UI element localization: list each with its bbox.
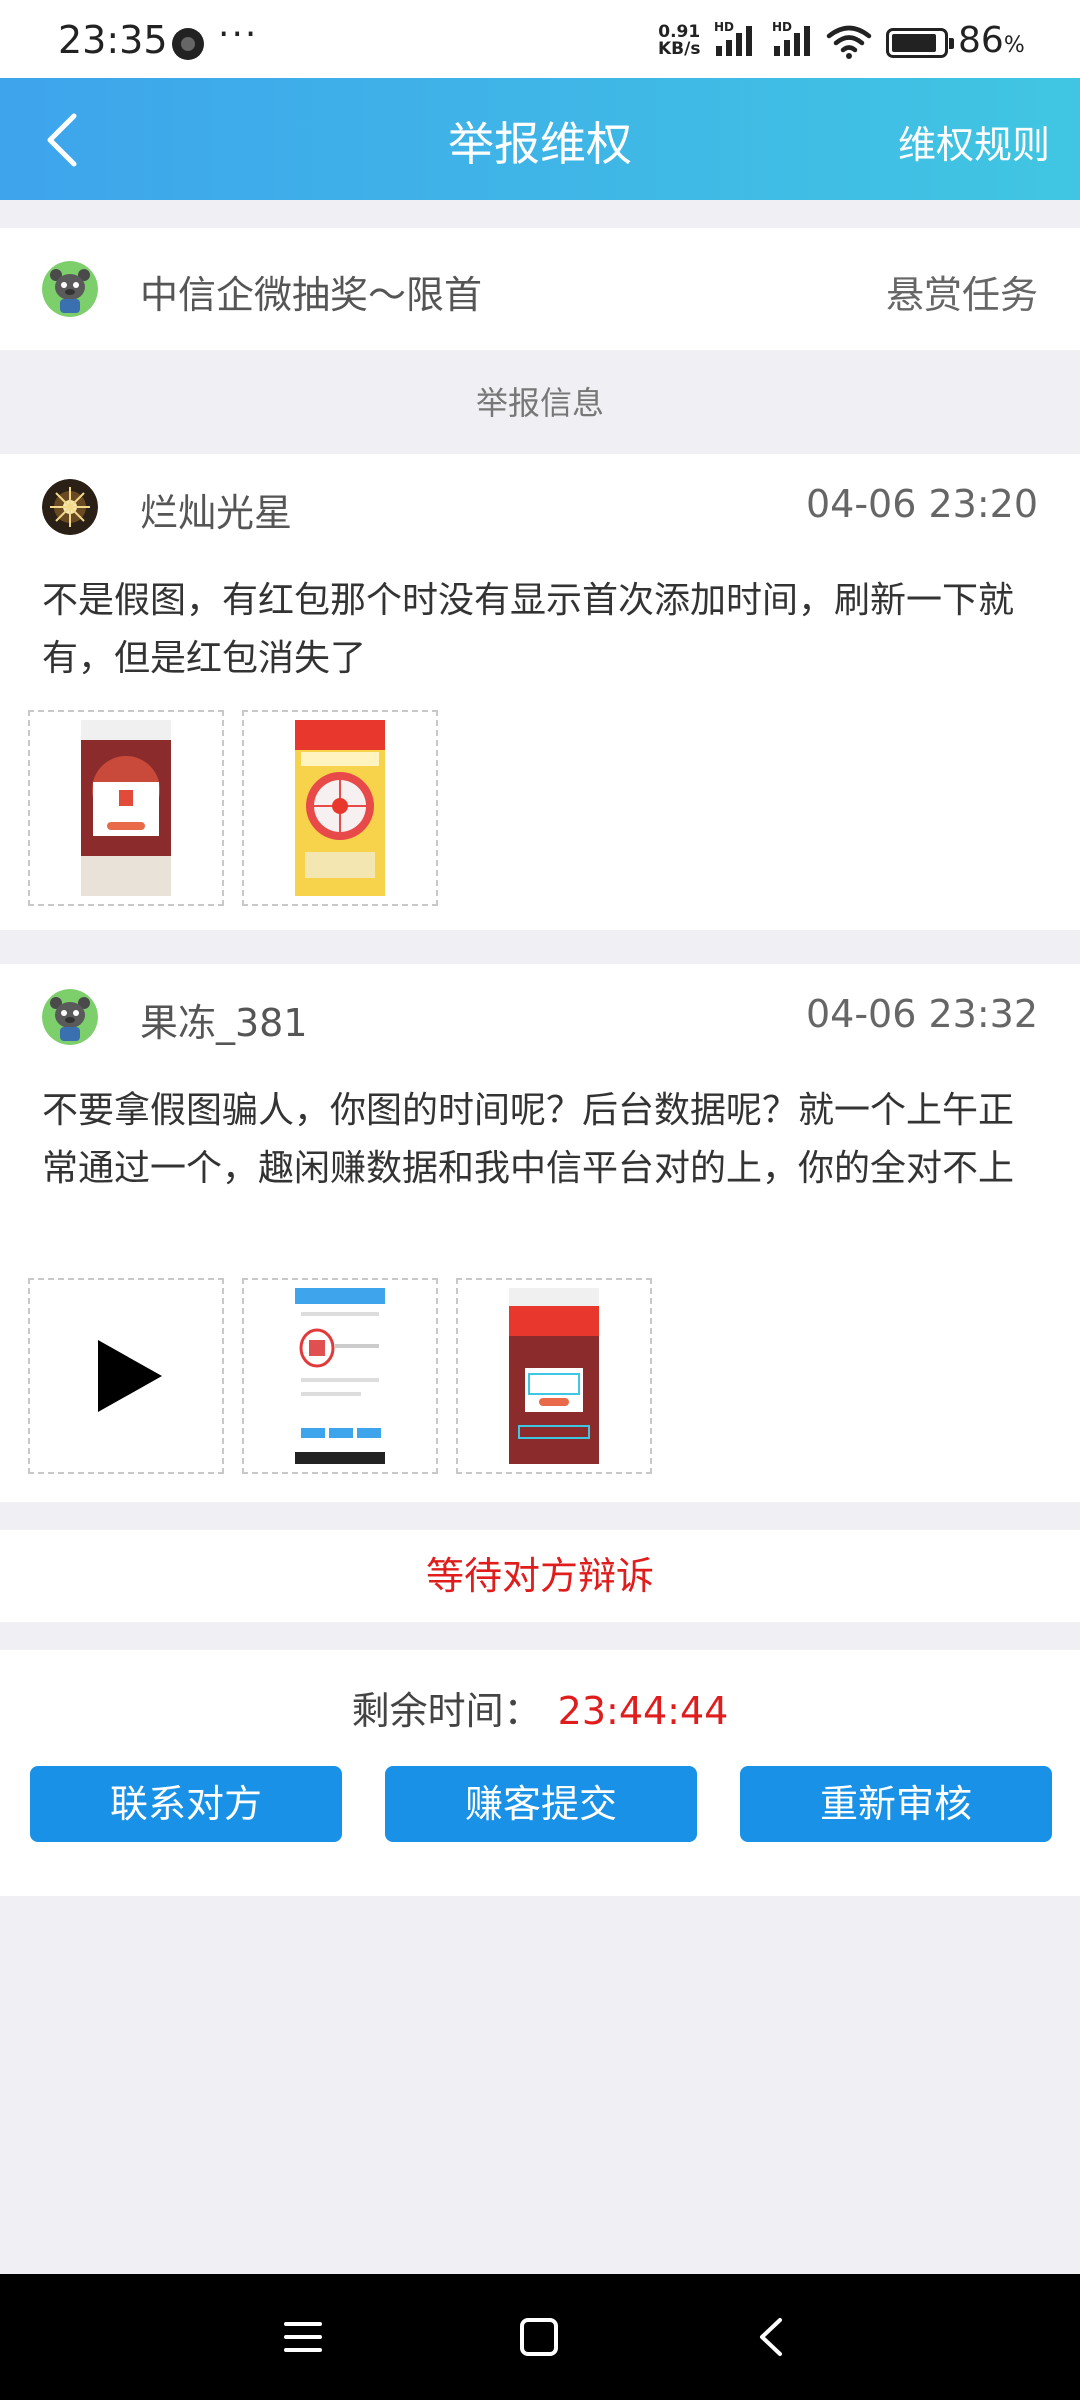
dispute-status: 等待对方辩诉 — [0, 1530, 1080, 1622]
re-review-button[interactable]: 重新审核 — [740, 1766, 1052, 1842]
task-avatar — [42, 261, 98, 317]
remaining-time-value: 23:44:44 — [557, 1689, 729, 1733]
notification-icon — [172, 28, 204, 60]
action-panel: 剩余时间： 23:44:44 联系对方 赚客提交 重新审核 — [0, 1650, 1080, 1896]
status-bar: 23:35 ··· 0.91 KB/s HD HD 86% — [0, 0, 1080, 78]
earner-submit-button[interactable]: 赚客提交 — [385, 1766, 697, 1842]
battery-unit: % — [1003, 33, 1025, 58]
evidence-image-thumbnail[interactable] — [28, 710, 224, 906]
signal-icon: HD — [714, 20, 758, 58]
more-notifications-icon: ··· — [218, 14, 259, 55]
signal-hd-label: HD — [714, 20, 735, 34]
evidence-image-thumbnail[interactable] — [242, 710, 438, 906]
network-speed: 0.91 KB/s — [658, 24, 700, 58]
report-card: 烂灿光星 04-06 23:20 不是假图，有红包那个时没有显示首次添加时间，刷… — [0, 454, 1080, 930]
evidence-image-thumbnail[interactable] — [456, 1278, 652, 1474]
evidence-thumbnails — [28, 1278, 652, 1474]
evidence-video-thumbnail[interactable] — [28, 1278, 224, 1474]
remaining-time-label: 剩余时间： — [351, 1689, 542, 1733]
reporter-name: 果冻_381 — [140, 1001, 308, 1045]
battery-level: 86% — [958, 20, 1025, 61]
home-icon[interactable] — [514, 2312, 564, 2362]
back-nav-icon[interactable] — [748, 2312, 798, 2362]
report-time: 04-06 23:32 — [805, 992, 1038, 1036]
menu-icon[interactable] — [278, 2312, 328, 2362]
play-icon — [98, 1340, 162, 1412]
user-avatar — [42, 989, 98, 1045]
rules-link[interactable]: 维权规则 — [898, 114, 1050, 169]
battery-icon — [886, 28, 954, 58]
wifi-icon — [826, 25, 872, 59]
report-time: 04-06 23:20 — [805, 482, 1038, 526]
remaining-time: 剩余时间： 23:44:44 — [0, 1680, 1080, 1735]
section-label-report-info: 举报信息 — [475, 384, 604, 422]
report-text: 不是假图，有红包那个时没有显示首次添加时间，刷新一下就有，但是红包消失了 — [42, 580, 1015, 679]
battery-value: 86 — [958, 20, 1004, 61]
task-title: 中信企微抽奖～限首 — [140, 273, 483, 317]
signal-icon-2: HD — [772, 20, 816, 58]
user-avatar — [42, 479, 98, 535]
task-type: 悬赏任务 — [885, 273, 1038, 317]
evidence-thumbnails — [28, 710, 438, 906]
evidence-image-thumbnail[interactable] — [242, 1278, 438, 1474]
report-card: 果冻_381 04-06 23:32 不要拿假图骗人，你图的时间呢？后台数据呢？… — [0, 964, 1080, 1502]
system-navigation-bar — [0, 2274, 1080, 2400]
app-header: 举报维权 维权规则 — [0, 78, 1080, 200]
contact-other-party-button[interactable]: 联系对方 — [30, 1766, 342, 1842]
report-text: 不要拿假图骗人，你图的时间呢？后台数据呢？就一个上午正常通过一个，趣闲赚数据和我… — [42, 1090, 1015, 1189]
signal-hd-label-2: HD — [772, 20, 793, 34]
network-speed-unit: KB/s — [658, 39, 701, 59]
task-info-row[interactable]: 中信企微抽奖～限首 悬赏任务 — [0, 228, 1080, 350]
status-time: 23:35 — [58, 18, 168, 62]
reporter-name: 烂灿光星 — [140, 491, 293, 535]
